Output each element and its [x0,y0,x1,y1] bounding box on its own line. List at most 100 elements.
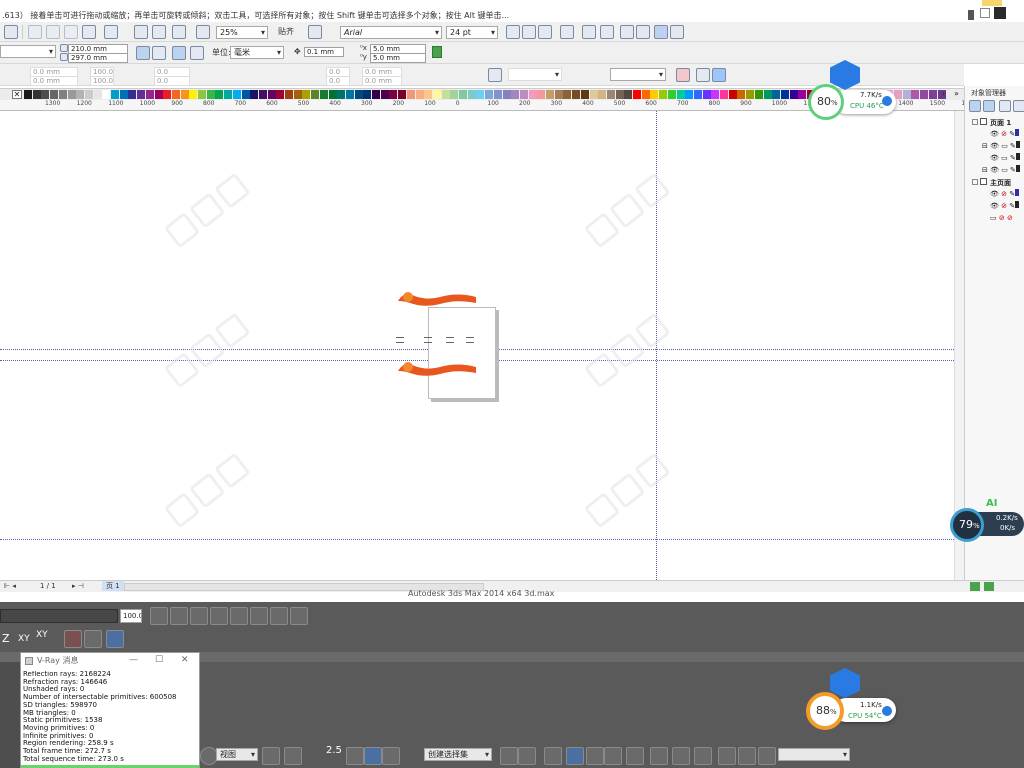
schematic-icon[interactable] [604,747,622,765]
color-swatch[interactable] [615,90,624,99]
print-icon[interactable] [4,25,18,39]
color-swatch[interactable] [589,90,598,99]
color-swatch[interactable] [250,90,259,99]
render-frame-icon[interactable] [672,747,690,765]
color-swatch[interactable] [241,90,250,99]
page-height-input[interactable]: 297.0 mm [68,53,128,63]
color-swatch[interactable] [102,90,111,99]
color-swatch[interactable] [24,90,32,99]
publish-icon[interactable] [172,25,186,39]
portrait-icon[interactable] [136,46,150,60]
color-swatch[interactable] [737,90,746,99]
color-swatch[interactable] [380,90,389,99]
color-swatch[interactable] [693,90,702,99]
spinner-input[interactable]: 100.0 [120,609,142,623]
color-swatch[interactable] [746,90,755,99]
color-swatch[interactable] [258,90,267,99]
color-swatch[interactable] [180,90,189,99]
cut-icon[interactable] [28,25,42,39]
render-preset-combo[interactable] [778,748,850,761]
copy-icon[interactable] [46,25,60,39]
paste-icon[interactable] [64,25,78,39]
color-swatch[interactable] [441,90,450,99]
color-swatch[interactable] [537,90,546,99]
color-swatch[interactable] [598,90,607,99]
pen-icon[interactable] [968,10,974,20]
layer-row[interactable]: 👁 ⊘ ✎ [990,201,1024,211]
page-options-icon[interactable] [432,46,442,58]
color-fill-icon[interactable] [980,8,990,18]
color-swatch[interactable] [215,90,224,99]
snap-toggle-icon[interactable] [106,630,124,648]
char-format-icon[interactable] [620,25,634,39]
color-swatch[interactable] [676,90,685,99]
text-block[interactable] [396,337,404,343]
color-swatch[interactable] [780,90,789,99]
color-swatch[interactable] [702,90,711,99]
bullet-icon[interactable] [582,25,596,39]
palette-expand[interactable]: » [954,89,964,100]
color-swatch[interactable] [354,90,363,99]
selection-set-combo[interactable]: 创建选择集 [424,748,492,761]
color-swatch[interactable] [84,90,93,99]
render-setup-icon[interactable] [650,747,668,765]
color-swatch[interactable] [519,90,528,99]
color-swatch[interactable] [302,90,311,99]
offset-b-input[interactable]: 0.0 [326,76,350,86]
wrap-icon[interactable] [488,68,502,82]
current-page-icon[interactable] [190,46,204,60]
window-controls[interactable] [982,0,1002,6]
import-icon[interactable] [134,25,148,39]
palette-scroll-right[interactable]: › [942,89,952,100]
render-icon[interactable] [694,747,712,765]
align-tool-icon[interactable] [518,747,536,765]
vray-titlebar[interactable]: V-Ray 消息 — ☐ ✕ [21,653,199,669]
dup-y-input[interactable]: 5.0 mm [370,53,426,63]
layer-edit-icon[interactable] [983,100,995,112]
no-color-swatch[interactable]: ✕ [12,90,22,99]
color-swatch[interactable] [119,90,128,99]
color-swatch[interactable] [137,90,146,99]
color-swatch[interactable] [624,90,633,99]
teapot-b-icon[interactable] [738,747,756,765]
layer-combo[interactable] [610,68,666,81]
text-block[interactable] [446,337,454,343]
color-swatch[interactable] [546,90,554,99]
color-swatch[interactable] [459,90,467,99]
color-swatch[interactable] [145,90,154,99]
banner-bottom[interactable] [396,359,480,383]
banner-top[interactable] [396,289,480,309]
text-block[interactable] [466,337,474,343]
quick-align-icon[interactable] [290,607,308,625]
color-swatch[interactable] [580,90,589,99]
snap-label[interactable]: 贴齐 [278,27,294,37]
undo-icon[interactable] [82,25,96,39]
document-page[interactable] [428,307,496,399]
color-swatch[interactable] [641,90,650,99]
page-tab[interactable]: 页 1 [102,581,124,591]
color-swatch[interactable] [67,90,76,99]
color-swatch[interactable] [685,90,694,99]
material-editor-icon[interactable] [626,747,644,765]
app-launcher-icon[interactable] [196,25,210,39]
color-swatch[interactable] [389,90,398,99]
layer-view-icon[interactable] [969,100,981,112]
color-swatch[interactable] [720,90,728,99]
color-swatch[interactable] [920,90,929,99]
axis-xy-label[interactable]: XY [18,634,30,644]
color-swatch[interactable] [345,90,354,99]
graphite-icon[interactable] [566,747,584,765]
rot-b-input[interactable]: 0.0 [154,76,190,86]
export-icon[interactable] [152,25,166,39]
color-swatch[interactable] [772,90,781,99]
close-button[interactable]: ✕ [181,655,189,665]
layer-new-icon[interactable] [999,100,1011,112]
layer-row[interactable]: 👁 ⊘ ✎ [990,129,1024,139]
all-pages-icon[interactable] [172,46,186,60]
color-swatch[interactable] [154,90,163,99]
tree-node-master[interactable]: 主页面 [968,178,1024,188]
view-combo[interactable]: 视图 [216,748,258,761]
color-swatch[interactable] [111,90,119,99]
color-swatch[interactable] [41,90,50,99]
pos-y-input[interactable]: 0.0 mm [30,76,78,86]
